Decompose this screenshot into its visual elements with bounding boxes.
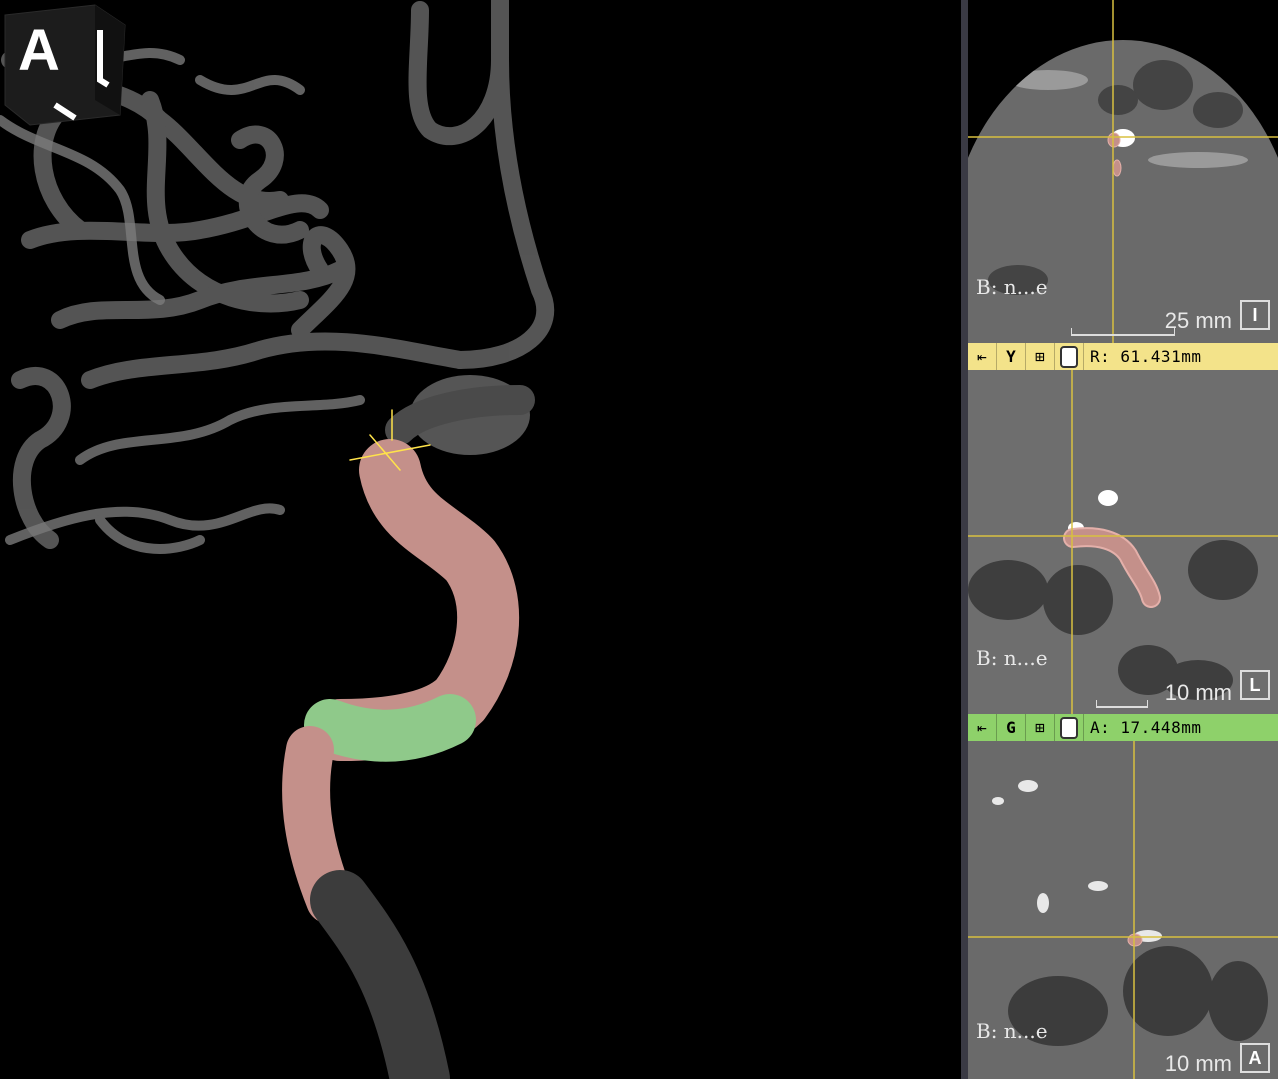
coronal-slice-label: B: n...e xyxy=(976,1019,1048,1043)
sagittal-orientation-indicator[interactable]: L xyxy=(1240,670,1270,700)
pin-button[interactable]: ⇤ xyxy=(968,714,997,741)
slice-slider[interactable] xyxy=(1055,714,1084,741)
layout-grid-icon: ⊞ xyxy=(1035,718,1045,737)
layout-grid-icon: ⊞ xyxy=(1035,347,1045,366)
slice-offset-value: A: 17.448mm xyxy=(1090,718,1202,737)
3d-render-view[interactable]: A xyxy=(0,0,961,1079)
slice-slider[interactable] xyxy=(1055,343,1084,370)
coronal-slice-toolbar: ⇤ G ⊞ A: 17.448mm xyxy=(968,714,1278,741)
axial-orientation-indicator[interactable]: I xyxy=(1240,300,1270,330)
coronal-scale-text: 10 mm xyxy=(1164,1051,1232,1076)
orientation-cube[interactable]: A xyxy=(0,0,130,130)
coronal-slice-view[interactable]: B: n...e 10 mm A xyxy=(968,741,1278,1079)
axial-scale-bar xyxy=(1071,328,1175,336)
slice-offset-value: R: 61.431mm xyxy=(1090,347,1202,366)
slider-knob-icon[interactable] xyxy=(1060,345,1078,368)
pin-icon: ⇤ xyxy=(977,347,987,366)
vessel-rendering xyxy=(0,0,555,1079)
layout-button[interactable]: ⊞ xyxy=(1026,714,1055,741)
coronal-orientation-indicator[interactable]: A xyxy=(1240,1043,1270,1073)
pin-icon: ⇤ xyxy=(977,718,987,737)
axial-scale-text: 25 mm xyxy=(1164,308,1232,333)
slice-color-letter: G xyxy=(997,714,1026,741)
axial-slice-label: B: n...e xyxy=(976,275,1048,299)
pin-button[interactable]: ⇤ xyxy=(968,343,997,370)
sagittal-scale-bar xyxy=(1096,700,1148,708)
slider-knob-icon[interactable] xyxy=(1060,716,1078,739)
axial-slice-view[interactable]: B: n...e 25 mm I xyxy=(968,0,1278,343)
slice-color-letter: Y xyxy=(997,343,1026,370)
sagittal-slice-toolbar: ⇤ Y ⊞ R: 61.431mm xyxy=(968,343,1278,370)
view-divider[interactable] xyxy=(961,0,968,1079)
sagittal-slice-view[interactable]: B: n...e 10 mm L xyxy=(968,370,1278,714)
sagittal-scale-text: 10 mm xyxy=(1164,680,1232,705)
layout-button[interactable]: ⊞ xyxy=(1026,343,1055,370)
sagittal-slice-label: B: n...e xyxy=(976,646,1048,670)
orientation-cube-label: A xyxy=(18,18,60,83)
